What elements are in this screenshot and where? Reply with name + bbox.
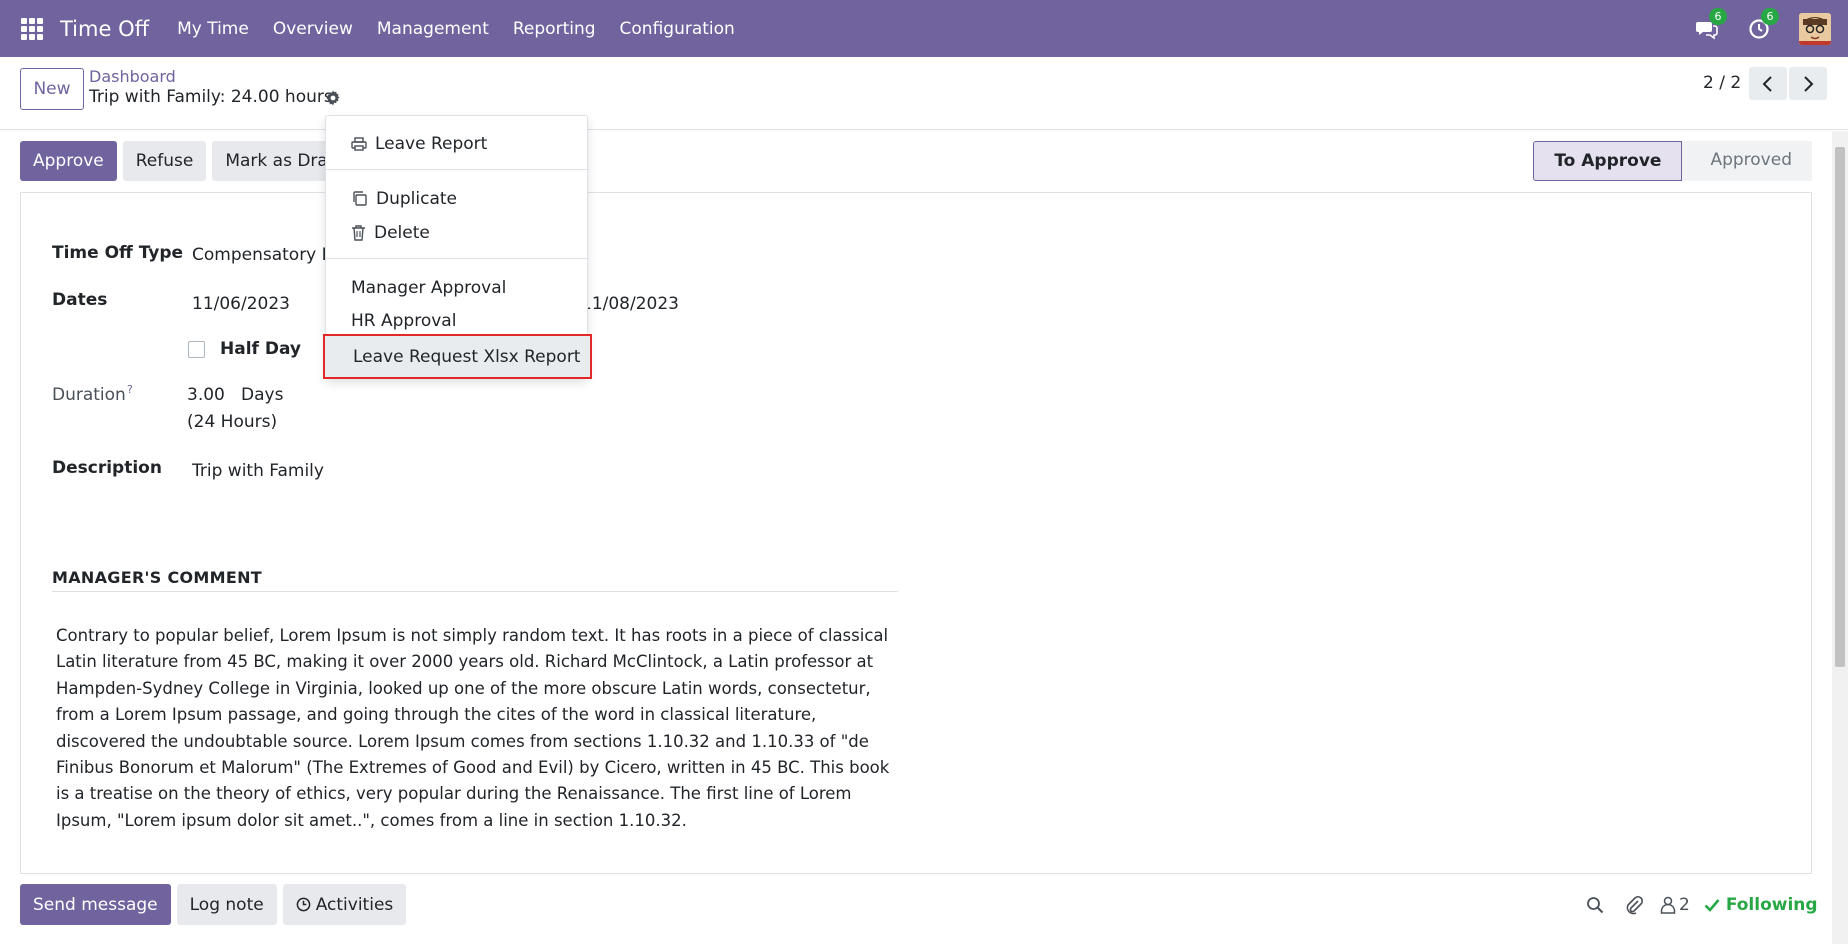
date-from-field[interactable]: 11/06/2023 bbox=[192, 294, 290, 314]
send-message-button[interactable]: Send message bbox=[20, 884, 171, 925]
delete-label: Delete bbox=[374, 222, 430, 243]
managers-comment-text[interactable]: Contrary to popular belief, Lorem Ipsum … bbox=[56, 623, 901, 834]
search-icon[interactable] bbox=[1586, 896, 1604, 914]
refuse-button[interactable]: Refuse bbox=[122, 141, 207, 181]
navbar-systray: 6 6 bbox=[1695, 0, 1848, 57]
control-panel: New Dashboard Trip with Family: 24.00 ho… bbox=[0, 57, 1848, 130]
gear-icon[interactable] bbox=[325, 90, 341, 106]
following-button[interactable]: Following bbox=[1704, 895, 1818, 915]
clock-icon bbox=[296, 897, 311, 912]
leave-report-label: Leave Report bbox=[375, 133, 488, 154]
pager-next-button[interactable] bbox=[1789, 67, 1827, 100]
activities-clock-icon[interactable]: 6 bbox=[1747, 7, 1779, 41]
menu-item-duplicate[interactable]: Duplicate bbox=[326, 182, 589, 215]
chevron-left-icon bbox=[1762, 75, 1772, 92]
print-icon bbox=[351, 136, 367, 151]
description-label: Description bbox=[52, 458, 162, 478]
chatter-actions: Send message Log note Activities bbox=[20, 884, 412, 925]
activities-badge: 6 bbox=[1761, 7, 1779, 25]
half-day-checkbox[interactable] bbox=[188, 341, 205, 358]
page-scrollbar[interactable] bbox=[1832, 131, 1848, 944]
messages-badge: 6 bbox=[1709, 7, 1727, 25]
top-navbar: Time Off My Time Overview Management Rep… bbox=[0, 0, 1848, 57]
duration-help-icon[interactable]: ? bbox=[127, 383, 133, 396]
stage-approved[interactable]: Approved bbox=[1682, 141, 1812, 181]
breadcrumb-current: Trip with Family: 24.00 hours bbox=[89, 87, 333, 107]
log-note-button[interactable]: Log note bbox=[176, 884, 277, 925]
menu-item-delete[interactable]: Delete bbox=[326, 216, 589, 249]
date-to-field[interactable]: 11/08/2023 bbox=[581, 294, 679, 314]
scrollbar-thumb[interactable] bbox=[1835, 147, 1845, 667]
stage-to-approve[interactable]: To Approve bbox=[1533, 141, 1683, 181]
activities-button[interactable]: Activities bbox=[282, 884, 407, 925]
description-field[interactable]: Trip with Family bbox=[192, 461, 324, 481]
gear-actions-dropdown: Leave Report Duplicate Delete Manager Ap… bbox=[323, 115, 592, 379]
menu-item-leave-report[interactable]: Leave Report bbox=[326, 127, 589, 160]
half-day-label: Half Day bbox=[220, 339, 301, 359]
menu-item-leave-request-xlsx-report[interactable]: Leave Request Xlsx Report bbox=[323, 334, 592, 379]
duration-label: Duration bbox=[52, 385, 126, 405]
pager-value[interactable]: 2 / 2 bbox=[1703, 73, 1741, 93]
status-stages: To Approve Approved bbox=[1533, 141, 1812, 181]
menu-overview[interactable]: Overview bbox=[273, 19, 353, 39]
duration-hours: (24 Hours) bbox=[187, 412, 278, 432]
paperclip-icon[interactable] bbox=[1624, 895, 1644, 915]
followers-count[interactable]: 2 bbox=[1679, 895, 1690, 915]
dropdown-divider bbox=[326, 169, 589, 170]
duration-unit: Days bbox=[241, 385, 284, 405]
menu-my-time[interactable]: My Time bbox=[177, 19, 249, 39]
menu-management[interactable]: Management bbox=[377, 19, 489, 39]
breadcrumb-dashboard[interactable]: Dashboard bbox=[89, 67, 176, 86]
apps-grid-icon[interactable] bbox=[21, 17, 43, 40]
pager-previous-button[interactable] bbox=[1749, 67, 1787, 100]
check-icon bbox=[1704, 898, 1720, 912]
dates-label: Dates bbox=[52, 290, 108, 310]
approve-button[interactable]: Approve bbox=[20, 141, 117, 181]
menu-reporting[interactable]: Reporting bbox=[513, 19, 596, 39]
time-off-type-label: Time Off Type bbox=[52, 243, 184, 263]
following-label: Following bbox=[1725, 894, 1818, 915]
status-bar-actions: Approve Refuse Mark as Draft bbox=[20, 141, 359, 181]
form-sheet: Time Off Type Compensatory Days Dates 11… bbox=[20, 192, 1812, 874]
duplicate-label: Duplicate bbox=[376, 188, 457, 209]
user-avatar[interactable] bbox=[1799, 12, 1831, 45]
activities-label: Activities bbox=[315, 894, 394, 915]
app-name[interactable]: Time Off bbox=[60, 17, 149, 41]
chevron-right-icon bbox=[1804, 75, 1814, 92]
menu-configuration[interactable]: Configuration bbox=[620, 19, 735, 39]
copy-icon bbox=[353, 191, 367, 206]
managers-comment-title: MANAGER'S COMMENT bbox=[52, 568, 262, 587]
menu-item-manager-approval[interactable]: Manager Approval bbox=[326, 271, 589, 304]
followers-icon[interactable] bbox=[1660, 896, 1676, 914]
trash-icon bbox=[352, 224, 365, 241]
chatter-topbar-right: 2 Following bbox=[1586, 884, 1818, 925]
dropdown-divider bbox=[326, 258, 589, 259]
menu-item-hr-approval[interactable]: HR Approval bbox=[326, 304, 589, 337]
duration-value-field[interactable]: 3.00 bbox=[187, 385, 225, 405]
messages-icon[interactable]: 6 bbox=[1695, 7, 1727, 41]
section-divider bbox=[52, 591, 898, 592]
new-button[interactable]: New bbox=[20, 68, 84, 110]
